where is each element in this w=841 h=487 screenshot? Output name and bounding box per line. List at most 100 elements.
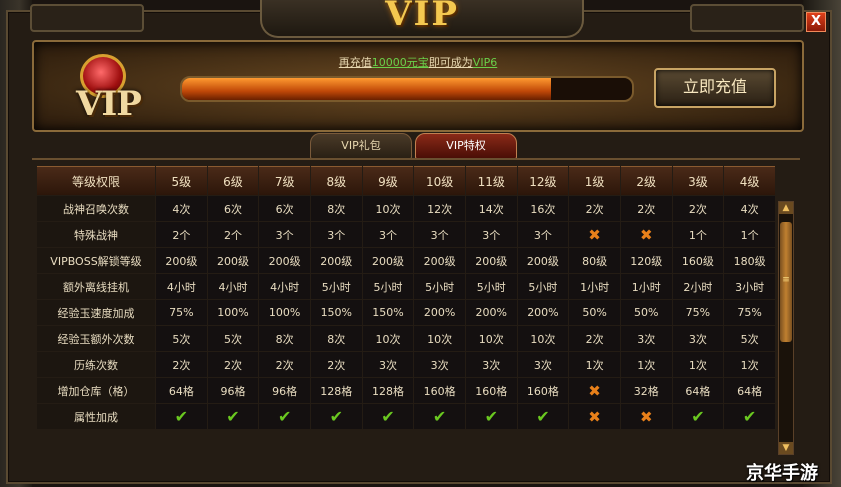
- title-plate: VIP: [260, 0, 584, 38]
- column-header: 11级: [465, 166, 517, 195]
- table-cell: 2个: [156, 222, 207, 247]
- privilege-table-container: 等级权限 5级 6级 7级 8级 9级 10级 11级 12级 1级 2级 3级 4级 战神召唤次数 4…: [36, 165, 776, 453]
- header-label: 等级权限: [37, 166, 155, 195]
- table-cell: 10次: [362, 326, 414, 351]
- table-cell: 200级: [310, 248, 362, 273]
- tab-vip-gift[interactable]: VIP礼包: [310, 133, 412, 159]
- cross-icon: ✖: [620, 222, 672, 247]
- vip-progress-fill: [182, 78, 551, 100]
- tip-target: VIP6: [472, 56, 498, 69]
- table-cell: 1次: [672, 352, 724, 377]
- table-cell: 2次: [156, 352, 207, 377]
- table-cell: 150%: [310, 300, 362, 325]
- close-button[interactable]: X: [806, 12, 826, 32]
- scroll-up-arrow-icon[interactable]: ▲: [779, 202, 793, 214]
- check-icon: ✔: [310, 404, 362, 429]
- table-row: 特殊战神 2个 2个 3个 3个 3个 3个 3个 3个 ✖ ✖ 1个 1个: [37, 222, 775, 247]
- row-label: 额外离线挂机: [37, 274, 155, 299]
- table-cell: 160格: [414, 378, 465, 403]
- tip-prefix: 再充值: [338, 56, 372, 69]
- recharge-button[interactable]: 立即充值: [654, 68, 776, 108]
- table-cell: 3次: [414, 352, 465, 377]
- check-icon: ✔: [207, 404, 259, 429]
- check-icon: ✔: [156, 404, 207, 429]
- table-cell: 3次: [465, 352, 517, 377]
- table-row: 战神召唤次数 4次 6次 6次 8次 10次 12次 14次 16次 2次 2次 2次 4次: [37, 196, 775, 221]
- tip-middle: 即可成为: [428, 56, 473, 69]
- table-cell: 160级: [672, 248, 724, 273]
- table-cell: 100%: [259, 300, 310, 325]
- column-header: 10级: [414, 166, 465, 195]
- cross-icon: ✖: [620, 404, 672, 429]
- table-cell: 128格: [310, 378, 362, 403]
- cross-icon: ✖: [569, 378, 620, 403]
- table-cell: 64格: [156, 378, 207, 403]
- table-cell: 1个: [724, 222, 775, 247]
- table-cell: 75%: [156, 300, 207, 325]
- table-cell: 2次: [620, 196, 672, 221]
- scroll-thumb[interactable]: ≡: [780, 222, 792, 342]
- table-cell: 3个: [310, 222, 362, 247]
- tab-bar: VIP礼包 VIP特权: [270, 133, 570, 159]
- table-cell: 14次: [465, 196, 517, 221]
- table-row: 额外离线挂机 4小时 4小时 4小时 5小时 5小时 5小时 5小时 5小时 1小时 1小时 2小时 3…: [37, 274, 775, 299]
- table-cell: 1小时: [620, 274, 672, 299]
- table-cell: 80级: [569, 248, 620, 273]
- table-cell: 200级: [156, 248, 207, 273]
- table-cell: 200级: [259, 248, 310, 273]
- table-cell: 4次: [724, 196, 775, 221]
- table-cell: 75%: [724, 300, 775, 325]
- row-label: 特殊战神: [37, 222, 155, 247]
- table-cell: 2次: [207, 352, 259, 377]
- table-cell: 200级: [362, 248, 414, 273]
- watermark: 京华手游: [746, 463, 818, 484]
- table-cell: 5次: [724, 326, 775, 351]
- table-row: 历练次数 2次 2次 2次 2次 3次 3次 3次 3次 1次 1次 1次 1次: [37, 352, 775, 377]
- table-cell: 1次: [569, 352, 620, 377]
- column-header: 6级: [207, 166, 259, 195]
- table-cell: 100%: [207, 300, 259, 325]
- column-header: 7级: [259, 166, 310, 195]
- column-header: 12级: [517, 166, 569, 195]
- table-cell: 5次: [207, 326, 259, 351]
- check-icon: ✔: [465, 404, 517, 429]
- table-cell: 2次: [569, 196, 620, 221]
- table-cell: 64格: [724, 378, 775, 403]
- table-cell: 5次: [156, 326, 207, 351]
- table-cell: 5小时: [362, 274, 414, 299]
- vip-logo-text: VIP: [76, 84, 142, 124]
- table-cell: 16次: [517, 196, 569, 221]
- table-cell: 180级: [724, 248, 775, 273]
- table-scrollbar[interactable]: ▲ ≡ ▼: [778, 201, 794, 455]
- table-cell: 150%: [362, 300, 414, 325]
- table-cell: 3个: [414, 222, 465, 247]
- tab-vip-privilege[interactable]: VIP特权: [415, 133, 517, 159]
- table-row: VIPBOSS解锁等级 200级 200级 200级 200级 200级 200级 200级 2…: [37, 248, 775, 273]
- table-cell: 64格: [672, 378, 724, 403]
- table-cell: 1小时: [569, 274, 620, 299]
- table-cell: 4小时: [259, 274, 310, 299]
- table-body: 战神召唤次数 4次 6次 6次 8次 10次 12次 14次 16次 2次 2次 2次 4次 特殊战神 2个…: [37, 196, 775, 429]
- grip-icon: ≡: [782, 275, 790, 285]
- row-label: 属性加成: [37, 404, 155, 429]
- scroll-down-arrow-icon[interactable]: ▼: [779, 442, 793, 454]
- table-cell: 200%: [414, 300, 465, 325]
- row-label: 增加仓库（格）: [37, 378, 155, 403]
- table-cell: 5小时: [414, 274, 465, 299]
- table-cell: 200级: [517, 248, 569, 273]
- table-cell: 5小时: [310, 274, 362, 299]
- table-cell: 200%: [517, 300, 569, 325]
- table-cell: 200级: [414, 248, 465, 273]
- table-cell: 3个: [465, 222, 517, 247]
- table-cell: 50%: [569, 300, 620, 325]
- table-cell: 10次: [362, 196, 414, 221]
- column-header: 3级: [672, 166, 724, 195]
- tab-divider: [32, 158, 800, 160]
- table-row: 属性加成 ✔ ✔ ✔ ✔ ✔ ✔ ✔ ✔ ✖ ✖ ✔ ✔: [37, 404, 775, 429]
- table-cell: 2次: [569, 326, 620, 351]
- table-cell: 6次: [207, 196, 259, 221]
- table-cell: 3次: [620, 326, 672, 351]
- cross-icon: ✖: [569, 222, 620, 247]
- table-cell: 3次: [517, 352, 569, 377]
- table-cell: 120级: [620, 248, 672, 273]
